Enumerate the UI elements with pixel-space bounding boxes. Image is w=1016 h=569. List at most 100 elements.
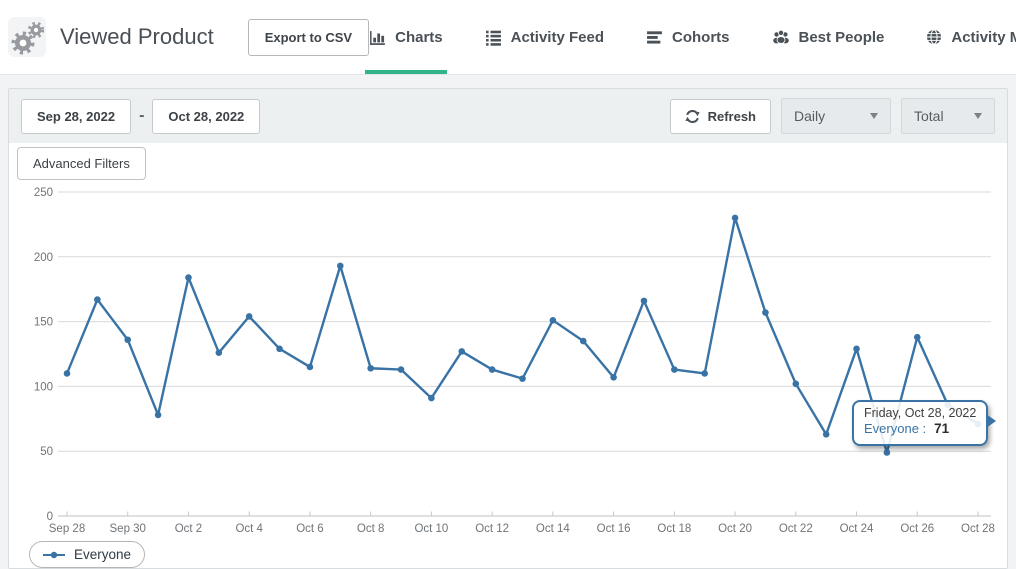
data-point[interactable] [64,370,71,377]
data-point[interactable] [155,412,162,419]
date-range-separator: - [139,107,144,125]
tab-charts[interactable]: Charts [369,0,443,74]
tab-best-people[interactable]: Best People [772,0,885,74]
tab-cohorts[interactable]: Cohorts [646,0,730,74]
svg-text:Oct 20: Oct 20 [718,523,752,535]
chevron-down-icon [974,113,982,119]
chevron-down-icon [870,113,878,119]
refresh-button[interactable]: Refresh [670,99,771,134]
data-point[interactable] [519,375,526,382]
svg-text:Oct 24: Oct 24 [840,523,874,535]
people-icon [772,29,790,45]
svg-text:Oct 18: Oct 18 [657,523,691,535]
tab-activity-map[interactable]: Activity Map [926,0,1016,74]
active-tab-underline [365,70,447,74]
data-point[interactable] [458,348,465,355]
report-toolbar: Sep 28, 2022 - Oct 28, 2022 Refresh [9,89,1007,143]
svg-text:150: 150 [34,317,53,329]
svg-text:0: 0 [47,511,53,523]
end-date-button[interactable]: Oct 28, 2022 [152,99,260,134]
main-content: Sep 28, 2022 - Oct 28, 2022 Refresh [0,75,1016,569]
list-icon [485,29,502,46]
refresh-label: Refresh [708,109,756,124]
globe-icon [926,29,942,45]
svg-text:Sep 28: Sep 28 [49,523,85,535]
data-point[interactable] [398,366,405,373]
data-point[interactable] [428,395,435,402]
svg-text:50: 50 [40,446,53,458]
chart-tooltip: Friday, Oct 28, 2022 Everyone : 71 [852,400,988,446]
data-point[interactable] [337,263,344,270]
tooltip-row: Everyone : 71 [864,420,976,438]
export-csv-button[interactable]: Export to CSV [248,19,369,56]
svg-text:Oct 28: Oct 28 [961,523,995,535]
tab-label: Activity Feed [511,29,604,46]
data-point[interactable] [307,364,314,371]
metric-value: Total [914,108,944,124]
svg-text:Oct 2: Oct 2 [175,523,202,535]
data-point[interactable] [641,298,648,305]
start-date-button[interactable]: Sep 28, 2022 [21,99,131,134]
tab-activity-feed[interactable]: Activity Feed [485,0,604,74]
data-point[interactable] [216,349,223,356]
tooltip-date: Friday, Oct 28, 2022 [864,406,976,420]
svg-text:Oct 4: Oct 4 [235,523,263,535]
metric-select[interactable]: Total [901,98,995,134]
svg-text:200: 200 [34,252,53,264]
tab-label: Charts [395,29,443,46]
advanced-filters-button[interactable]: Advanced Filters [17,147,146,180]
tooltip-value: 71 [934,421,949,436]
svg-text:100: 100 [34,381,53,393]
data-point[interactable] [276,346,283,353]
legend-label: Everyone [74,547,131,562]
svg-text:Oct 10: Oct 10 [414,523,448,535]
data-point[interactable] [246,313,253,320]
tab-label: Best People [799,29,885,46]
tab-label: Cohorts [672,29,730,46]
svg-text:Oct 14: Oct 14 [536,523,570,535]
chart-section: Advanced Filters 0 50 100 150 200 250 Sep 28 Se… [9,143,1007,568]
tooltip-series-label: Everyone : [864,421,926,436]
toolbar-right: Refresh Daily Total [670,98,995,134]
report-panel: Sep 28, 2022 - Oct 28, 2022 Refresh [8,88,1008,569]
svg-text:Oct 26: Oct 26 [900,523,934,535]
data-point[interactable] [489,366,496,373]
line-chart: 0 50 100 150 200 250 Sep 28 Sep 30 Oct 2 Oct 4 Oct… [9,186,1007,538]
legend-everyone[interactable]: Everyone [29,541,145,568]
bar-chart-icon [369,29,386,46]
data-point[interactable] [367,365,374,372]
svg-text:Oct 6: Oct 6 [296,523,323,535]
data-point[interactable] [610,374,617,381]
svg-text:Oct 12: Oct 12 [475,523,509,535]
svg-text:Oct 8: Oct 8 [357,523,384,535]
date-range: Sep 28, 2022 - Oct 28, 2022 [21,99,260,134]
data-point[interactable] [884,449,891,456]
data-point[interactable] [124,336,131,343]
legend-series-marker-icon [43,550,65,560]
data-point[interactable] [853,346,860,353]
data-point[interactable] [793,381,800,388]
data-point[interactable] [94,296,101,303]
refresh-icon [685,109,700,124]
data-point[interactable] [185,274,192,281]
interval-select[interactable]: Daily [781,98,891,134]
data-point[interactable] [732,215,739,222]
interval-value: Daily [794,108,825,124]
svg-text:Oct 16: Oct 16 [597,523,631,535]
svg-text:Sep 30: Sep 30 [110,523,146,535]
header-tabs: Charts Activity Feed Cohorts Best People Act… [369,0,1016,74]
data-point[interactable] [762,309,769,316]
data-point[interactable] [550,317,557,324]
svg-text:250: 250 [34,187,53,199]
data-point[interactable] [580,338,587,345]
svg-text:Oct 22: Oct 22 [779,523,813,535]
data-point[interactable] [914,334,921,341]
rows-icon [646,29,663,46]
chart-area: 0 50 100 150 200 250 Sep 28 Sep 30 Oct 2 Oct 4 Oct… [9,186,1007,568]
page-title: Viewed Product [60,24,214,50]
header: Viewed Product Export to CSV Charts Activ… [0,0,1016,75]
data-point[interactable] [671,366,678,373]
data-point[interactable] [823,431,830,438]
tab-label: Activity Map [951,29,1016,46]
data-point[interactable] [701,370,708,377]
